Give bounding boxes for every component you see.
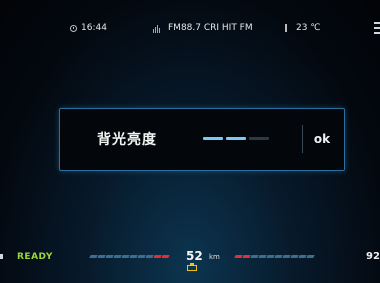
radio-station[interactable]: FM88.7 CRI HIT FM: [168, 23, 253, 33]
clock-time: 16:44: [81, 23, 107, 33]
brightness-level-indicator[interactable]: [203, 137, 269, 141]
edge-indicator: [0, 254, 3, 259]
range-value: 52: [186, 249, 203, 263]
range-bar-left: [89, 255, 170, 258]
radio-signal-icon: [153, 25, 160, 33]
range-bar-right: [234, 255, 315, 258]
ready-status: READY: [17, 252, 53, 262]
right-gauge-value: 92: [366, 251, 380, 262]
battery-icon: [187, 263, 197, 271]
ok-button[interactable]: ok: [304, 123, 340, 155]
brightness-segment: [249, 137, 269, 140]
menu-icon[interactable]: [373, 22, 380, 36]
brightness-dialog: 背光亮度 ok: [59, 108, 345, 171]
range-tick: [306, 255, 315, 258]
clock-icon: [70, 25, 77, 32]
outside-temperature: 23 ℃: [296, 23, 321, 33]
brightness-segment: [226, 137, 246, 140]
brightness-segment: [203, 137, 223, 140]
dialog-title: 背光亮度: [97, 132, 157, 148]
range-tick: [161, 255, 170, 258]
range-unit: km: [209, 253, 220, 261]
status-bar: 16:44 FM88.7 CRI HIT FM 23 ℃: [0, 0, 380, 40]
dialog-divider: [302, 125, 303, 153]
thermometer-icon: [285, 24, 287, 32]
